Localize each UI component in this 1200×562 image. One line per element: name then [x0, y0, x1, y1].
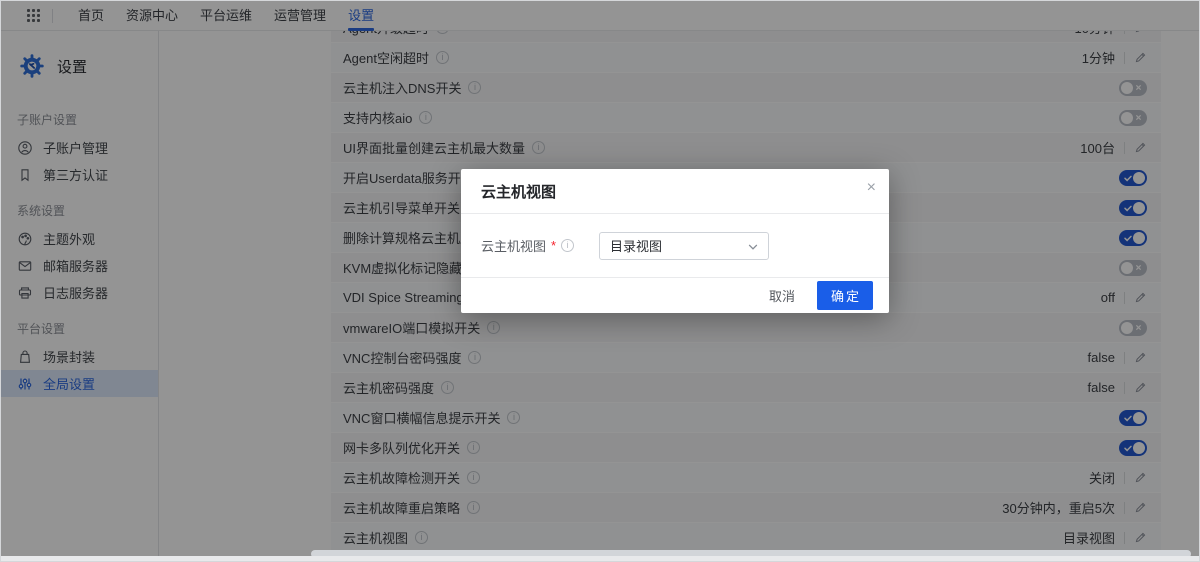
horizontal-scrollbar-track: [1, 556, 1199, 561]
dialog-header: 云主机视图 ×: [461, 169, 889, 214]
cloud-host-view-dialog: 云主机视图 × 云主机视图 * i 目录视图 取消 确定: [461, 169, 889, 313]
field-label-text: 云主机视图: [481, 236, 546, 255]
dialog-body: 云主机视图 * i 目录视图: [461, 214, 889, 277]
dialog-title: 云主机视图: [481, 181, 556, 202]
app-window: Agent升级超时i10分钟Agent空闲超时i1分钟云主机注入DNS开关i支持…: [0, 0, 1200, 562]
confirm-button[interactable]: 确定: [817, 281, 873, 310]
required-asterisk: *: [551, 238, 556, 253]
select-value: 目录视图: [610, 236, 662, 255]
chevron-down-icon: [747, 241, 759, 256]
cloud-host-view-select[interactable]: 目录视图: [599, 232, 769, 260]
cloud-host-view-field-label: 云主机视图 * i: [481, 236, 599, 255]
dialog-footer: 取消 确定: [461, 277, 889, 312]
info-icon: i: [561, 239, 574, 252]
close-icon[interactable]: ×: [867, 180, 876, 196]
cancel-button[interactable]: 取消: [769, 286, 795, 305]
